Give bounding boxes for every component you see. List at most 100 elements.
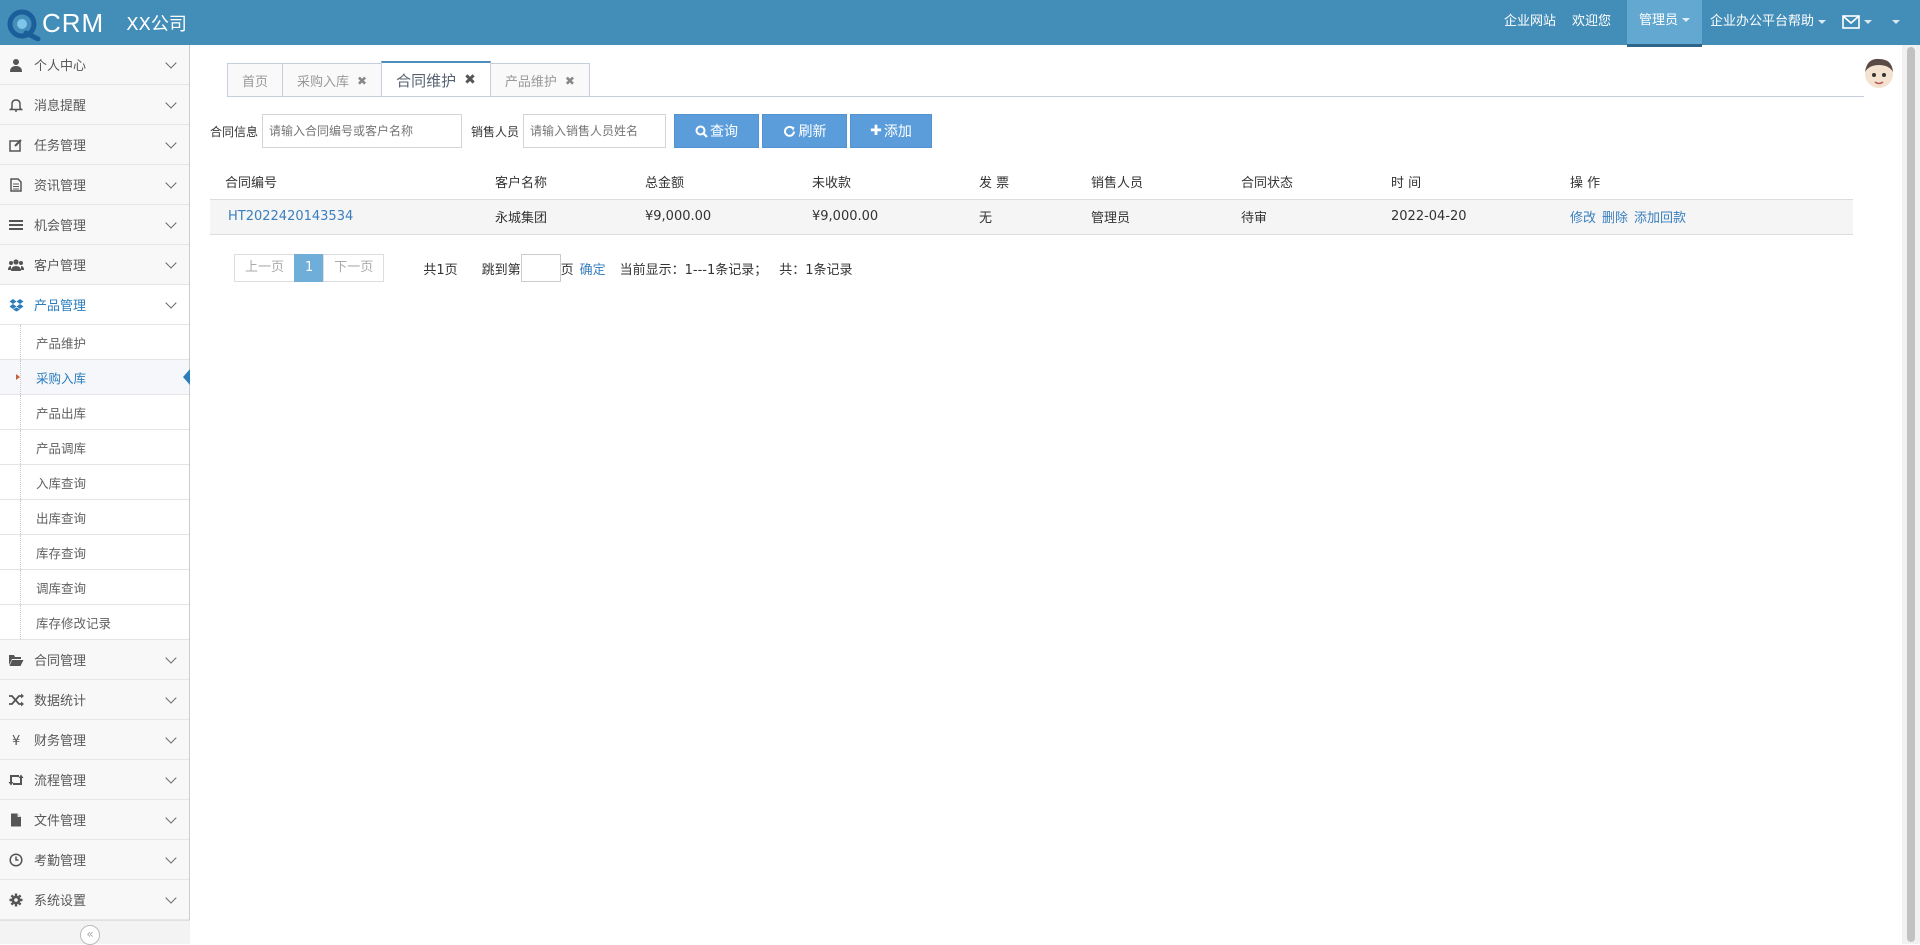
tab-1[interactable]: 采购入库 ✖ [282, 63, 383, 97]
contract-no-link[interactable]: HT2022420143534 [228, 209, 353, 224]
submenu-item-0[interactable]: 产品维护 [0, 325, 189, 360]
cell-value: 2022-04-20 [1391, 209, 1467, 224]
edit-icon [8, 137, 24, 153]
dropbox-icon [8, 297, 24, 313]
submenu-item-2[interactable]: 产品出库 [0, 395, 189, 430]
submenu-item-3[interactable]: 产品调库 [0, 430, 189, 465]
search-icon [695, 125, 708, 138]
chevron-down-icon [165, 812, 177, 824]
brand-name: CRM [42, 7, 105, 38]
sidebar-item-bottom-5[interactable]: 考勤管理 [0, 840, 189, 880]
sidebar-item-bottom-2[interactable]: ¥ 财务管理 [0, 720, 189, 760]
collapse-icon[interactable]: « [80, 925, 100, 945]
close-icon[interactable]: ✖ [565, 74, 575, 88]
column-header[interactable]: 合同编号 [210, 164, 480, 200]
sidebar-item-top-5[interactable]: 客户管理 [0, 245, 189, 285]
cell-value: ¥9,000.00 [645, 209, 712, 224]
column-header[interactable]: 客户名称 [480, 164, 630, 200]
assistant-avatar-icon[interactable] [1862, 56, 1896, 96]
submenu-item-8[interactable]: 库存修改记录 [0, 605, 189, 640]
clock-icon [8, 852, 24, 868]
page-1-button[interactable]: 1 [294, 254, 325, 282]
refresh-button[interactable]: 刷新 [762, 114, 848, 148]
add-label: 添加 [883, 124, 912, 140]
jump-confirm-link[interactable]: 确定 [580, 259, 606, 278]
cell-customer: 永城集团 [480, 199, 630, 235]
contract-search-input[interactable] [262, 114, 463, 148]
sidebar-item-bottom-4[interactable]: 文件管理 [0, 800, 189, 840]
brand[interactable]: CRM XX公司 [6, 4, 187, 42]
sidebar-item-bottom-1[interactable]: 数据统计 [0, 680, 189, 720]
chevron-down-icon [165, 217, 177, 229]
column-header[interactable]: 总金额 [630, 164, 797, 200]
welcome-text: 欢迎您 [1571, 14, 1611, 29]
add-button[interactable]: ✚ 添加 [850, 114, 933, 148]
top-nav: 企业网站 欢迎您 管理员 企业办公平台帮助 [1496, 0, 1920, 47]
mail-menu[interactable] [1834, 0, 1880, 45]
tab-0[interactable]: 首页 [227, 63, 284, 97]
sidebar-item-top-4[interactable]: 机会管理 [0, 205, 189, 245]
submenu-item-label: 采购入库 [36, 370, 87, 386]
submenu-item-label: 库存查询 [36, 545, 87, 561]
close-icon[interactable]: ✖ [464, 72, 476, 88]
tab-3[interactable]: 产品维护 ✖ [489, 63, 590, 97]
chevron-down-icon [165, 257, 177, 269]
sales-search-input[interactable] [523, 114, 667, 148]
sidebar-item-top-6[interactable]: 产品管理 [0, 285, 189, 325]
cell-ops: 修改 删除 添加回款 [1555, 199, 1853, 235]
help-menu[interactable]: 企业办公平台帮助 [1702, 0, 1834, 45]
yen-icon: ¥ [8, 732, 24, 748]
site-link[interactable]: 企业网站 [1496, 0, 1564, 45]
chevron-down-icon [165, 652, 177, 664]
sidebar-item-bottom-6[interactable]: 系统设置 [0, 880, 189, 920]
close-icon[interactable]: ✖ [357, 74, 367, 88]
submenu-item-6[interactable]: 库存查询 [0, 535, 189, 570]
page-scrollbar[interactable] [1902, 45, 1920, 944]
column-header[interactable]: 合同状态 [1226, 164, 1376, 200]
chevron-down-icon [1681, 18, 1690, 22]
delete-link[interactable]: 删除 [1602, 211, 1628, 226]
more-menu[interactable] [1880, 0, 1920, 45]
admin-label: 管理员 [1638, 12, 1678, 28]
sidebar-item-top-3[interactable]: 资讯管理 [0, 165, 189, 205]
random-icon [8, 692, 24, 708]
submenu-item-1[interactable]: 采购入库 [0, 360, 190, 395]
sidebar-item-top-2[interactable]: 任务管理 [0, 125, 189, 165]
sidebar-item-label: 机会管理 [34, 219, 87, 234]
column-header[interactable]: 发 票 [964, 164, 1076, 200]
crm-logo-icon [7, 9, 41, 41]
bell-icon [8, 97, 24, 113]
edit-link[interactable]: 修改 [1570, 211, 1596, 226]
cell-sales: 管理员 [1076, 199, 1226, 235]
admin-menu[interactable]: 管理员 [1626, 0, 1702, 47]
tab-2[interactable]: 合同维护 ✖ [381, 61, 491, 97]
refresh-label: 刷新 [798, 124, 827, 140]
sidebar-item-top-1[interactable]: 消息提醒 [0, 85, 189, 125]
column-header[interactable]: 未收款 [797, 164, 964, 200]
sidebar-item-bottom-0[interactable]: 合同管理 [0, 640, 189, 680]
tab-label: 采购入库 [297, 75, 350, 90]
submenu-item-4[interactable]: 入库查询 [0, 465, 189, 500]
chevron-down-icon [165, 772, 177, 784]
prev-page-button[interactable]: 上一页 [234, 254, 296, 282]
cell-value: 无 [979, 211, 993, 226]
column-header[interactable]: 时 间 [1376, 164, 1555, 200]
next-page-button[interactable]: 下一页 [323, 254, 385, 282]
submenu-item-5[interactable]: 出库查询 [0, 500, 189, 535]
sidebar-item-bottom-3[interactable]: 流程管理 [0, 760, 189, 800]
scrollbar-thumb[interactable] [1907, 47, 1915, 942]
add-payment-link[interactable]: 添加回款 [1634, 211, 1686, 226]
submenu-item-label: 产品调库 [36, 440, 87, 456]
cell-value: 管理员 [1091, 211, 1131, 226]
sidebar-item-label: 文件管理 [34, 814, 87, 829]
column-header[interactable]: 销售人员 [1076, 164, 1226, 200]
sidebar-item-top-0[interactable]: 个人中心 [0, 45, 189, 85]
total-pages: 共1页 [423, 262, 458, 278]
chevron-down-icon [165, 692, 177, 704]
query-button[interactable]: 查询 [674, 114, 760, 148]
jump-page-input[interactable] [520, 254, 561, 282]
plus-icon: ✚ [870, 123, 882, 139]
cell-total: ¥9,000.00 [630, 199, 797, 235]
submenu-item-7[interactable]: 调库查询 [0, 570, 189, 605]
column-header[interactable]: 操 作 [1555, 164, 1853, 200]
